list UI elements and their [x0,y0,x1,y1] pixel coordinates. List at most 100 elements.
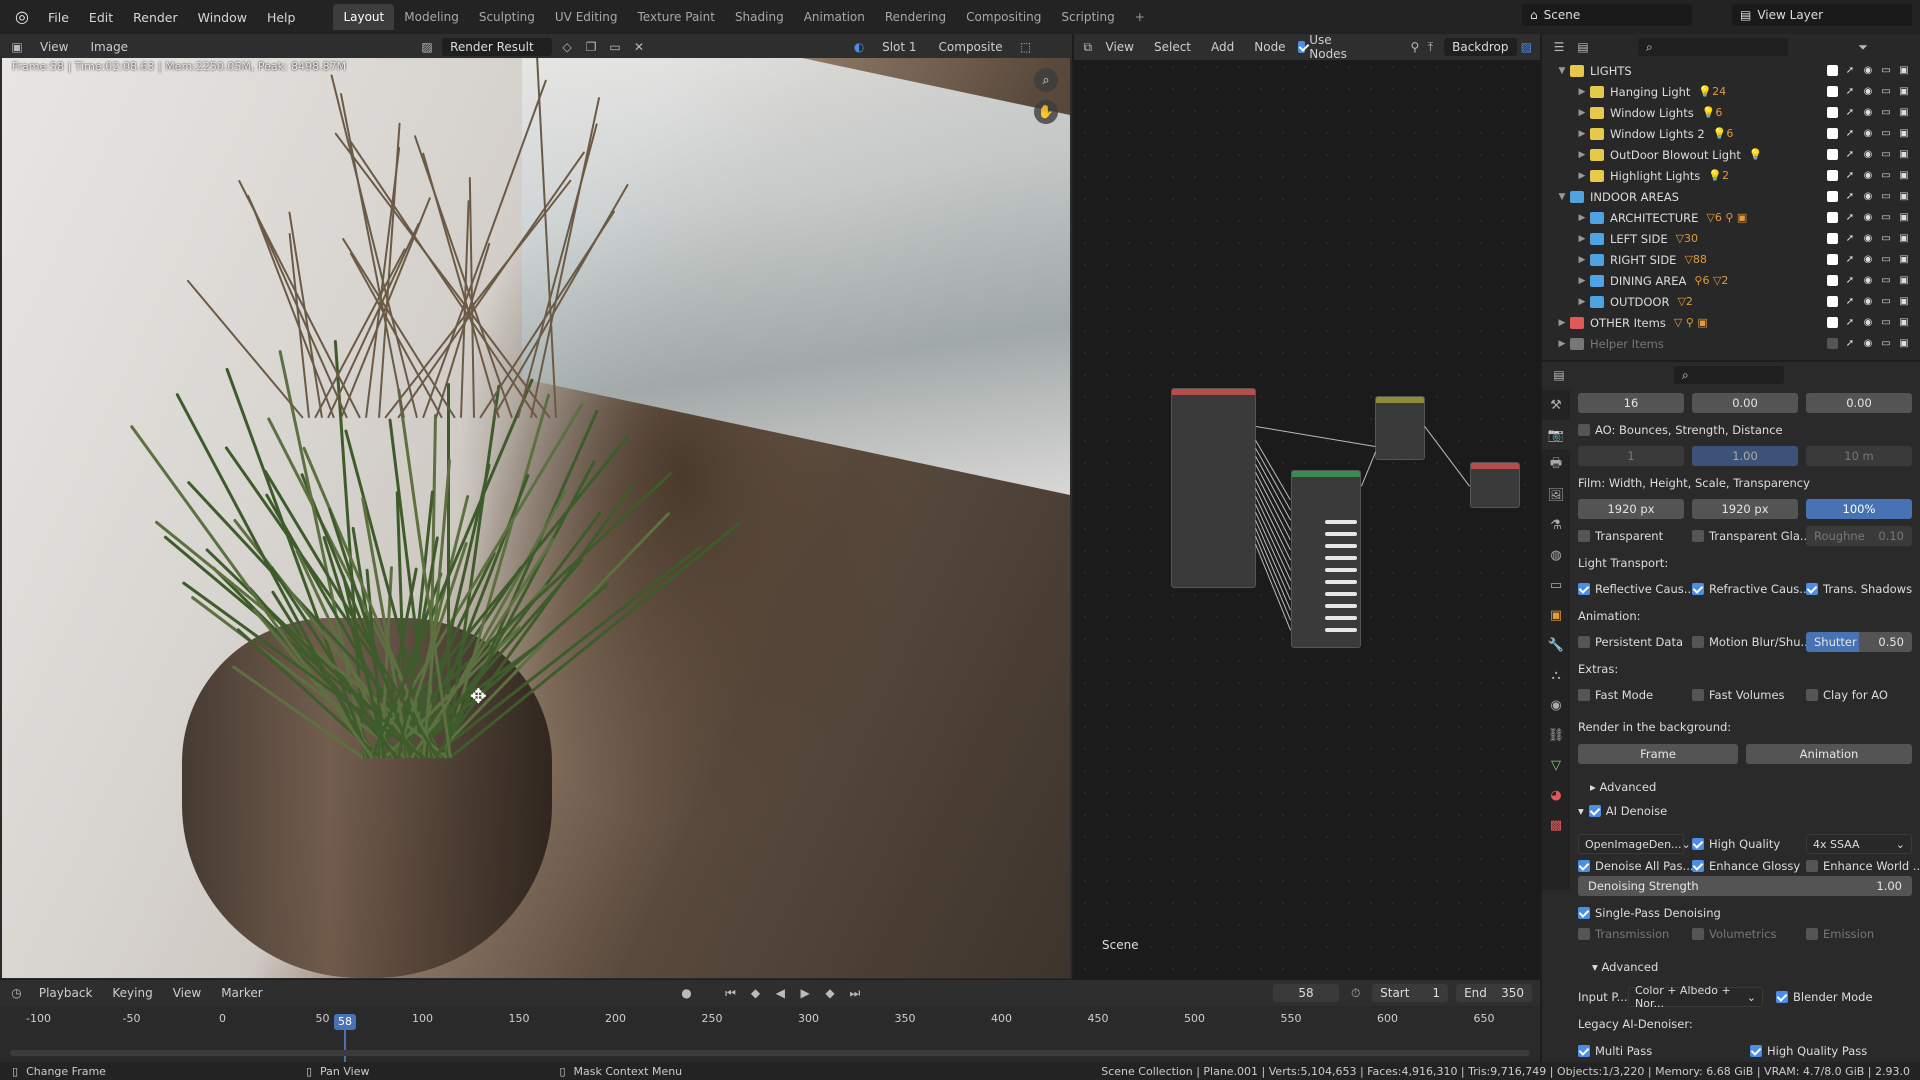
exclude-checkbox[interactable] [1827,170,1838,181]
camera-icon[interactable]: ▣ [1898,233,1910,244]
tab-rendering[interactable]: Rendering [875,4,956,30]
outliner-row[interactable]: ▼ LIGHTS ➚ ◉ ▭ ▣ [1542,60,1920,81]
outliner-row[interactable]: ▶ RIGHT SIDE ▽88 ➚ ◉ ▭ ▣ [1542,249,1920,270]
viewport-icon[interactable]: ▭ [1880,107,1892,118]
chevron-right-icon[interactable]: ▶ [1576,297,1588,307]
exclude-checkbox[interactable] [1827,233,1838,244]
select-arrow-icon[interactable]: ➚ [1844,128,1856,139]
high-quality-checkbox[interactable] [1692,838,1704,850]
menu-edit[interactable]: Edit [81,6,121,29]
select-arrow-icon[interactable]: ➚ [1844,170,1856,181]
display-mode-icon[interactable]: ▤ [1574,38,1592,56]
fast-mode-row[interactable]: Fast Mode [1578,688,1653,702]
properties-type-icon[interactable]: ▤ [1550,366,1568,384]
camera-icon[interactable]: ▣ [1898,86,1910,97]
viewport-icon[interactable]: ▭ [1880,86,1892,97]
editor-type-icon[interactable]: ▣ [8,38,26,56]
enhance-world-checkbox[interactable] [1806,860,1818,872]
display-channels-icon[interactable]: ◐ [850,38,868,56]
world-tab-icon[interactable]: ◍ [1542,540,1570,570]
exclude-checkbox[interactable] [1827,296,1838,307]
outliner-row[interactable]: ▶ ARCHITECTURE ▽6 ⚲ ▣ ➚ ◉ ▭ ▣ [1542,207,1920,228]
exclude-checkbox[interactable] [1827,212,1838,223]
viewport-icon[interactable]: ▭ [1880,191,1892,202]
image-menu[interactable]: Image [82,38,136,56]
eye-icon[interactable]: ◉ [1862,275,1874,286]
close-icon[interactable]: ✕ [630,38,648,56]
camera-icon[interactable]: ▣ [1898,275,1910,286]
fast-volumes-checkbox[interactable] [1692,689,1704,701]
node-socket-bar[interactable] [1325,616,1357,620]
volumetrics-row[interactable]: Volumetrics [1692,927,1777,941]
eye-icon[interactable]: ◉ [1862,170,1874,181]
multi-pass-checkbox[interactable] [1578,1045,1590,1057]
image-view-menu[interactable]: View [32,38,76,56]
next-keyframe-icon[interactable]: ◆ [822,984,839,1002]
blender-logo-icon[interactable]: ◎ [12,7,32,27]
denoise-all-row[interactable]: Denoise All Pas... [1578,859,1694,873]
select-arrow-icon[interactable]: ➚ [1844,212,1856,223]
high-quality-row[interactable]: High Quality [1692,837,1780,851]
viewport-icon[interactable]: ▭ [1880,296,1892,307]
transparent-glass-checkbox[interactable] [1692,530,1704,542]
scene-tab-icon[interactable]: ⚗ [1542,510,1570,540]
outliner-row[interactable]: ▶ OTHER Items ▽ ⚲ ▣ ➚ ◉ ▭ ▣ [1542,312,1920,333]
outliner-search-input[interactable]: ⌕ [1638,38,1788,56]
outliner-row[interactable]: ▶ OUTDOOR ▽2 ➚ ◉ ▭ ▣ [1542,291,1920,312]
render-frame-button[interactable]: Frame [1578,744,1738,764]
constraints-tab-icon[interactable]: ⛓ [1542,720,1570,750]
filter-icon[interactable]: ⏷ [1854,38,1872,56]
image-browse-icon[interactable]: ▨ [418,38,436,56]
scene-selector[interactable]: ⌂ Scene [1522,4,1692,26]
select-arrow-icon[interactable]: ➚ [1844,191,1856,202]
value-field-3[interactable]: 0.00 [1806,393,1912,413]
exclude-checkbox[interactable] [1827,254,1838,265]
marker-menu[interactable]: Marker [215,984,268,1002]
exclude-checkbox[interactable] [1827,317,1838,328]
exclude-checkbox[interactable] [1827,107,1838,118]
ao-distance-field[interactable]: 10 m [1806,446,1912,466]
keying-menu[interactable]: Keying [106,984,158,1002]
outliner-row[interactable]: ▶ Window Lights 2 💡6 ➚ ◉ ▭ ▣ [1542,123,1920,144]
node-editor-type-icon[interactable]: ⧉ [1082,38,1094,56]
viewport-icon[interactable]: ▭ [1880,170,1892,181]
camera-icon[interactable]: ▣ [1898,107,1910,118]
tab-scripting[interactable]: Scripting [1051,4,1124,30]
prev-keyframe-icon[interactable]: ◆ [747,984,764,1002]
select-arrow-icon[interactable]: ➚ [1844,254,1856,265]
viewport-icon[interactable]: ▭ [1880,254,1892,265]
volumetrics-checkbox[interactable] [1692,928,1704,940]
slot-dropdown[interactable]: Slot 1 [874,38,924,56]
chevron-down-icon[interactable]: ▼ [1556,66,1568,76]
film-width-field[interactable]: 1920 px [1578,499,1684,519]
chevron-right-icon[interactable]: ▶ [1576,213,1588,223]
advanced2-panel-toggle[interactable]: ▾ Advanced [1592,960,1658,974]
tab-shading[interactable]: Shading [725,4,794,30]
parent-node-icon[interactable]: ⤒ [1425,38,1437,56]
refractive-row[interactable]: Refractive Caus... [1692,582,1810,596]
enhance-glossy-checkbox[interactable] [1692,860,1704,872]
blender-mode-checkbox[interactable] [1776,991,1788,1003]
node-socket-bar[interactable] [1325,544,1357,548]
chevron-right-icon[interactable]: ▶ [1576,87,1588,97]
node-view-menu[interactable]: View [1098,38,1142,56]
jump-start-icon[interactable]: ⏮ [722,984,739,1002]
node-socket-bar[interactable] [1325,592,1357,596]
play-reverse-icon[interactable]: ◀ [772,984,789,1002]
outliner-row[interactable]: ▶ DINING AREA ⚲6 ▽2 ➚ ◉ ▭ ▣ [1542,270,1920,291]
refractive-checkbox[interactable] [1692,583,1704,595]
physics-tab-icon[interactable]: ◉ [1542,690,1570,720]
node-select-menu[interactable]: Select [1146,38,1199,56]
outliner-row[interactable]: ▶ OutDoor Blowout Light 💡 ➚ ◉ ▭ ▣ [1542,144,1920,165]
camera-icon[interactable]: ▣ [1898,254,1910,265]
exclude-checkbox[interactable] [1827,65,1838,76]
tab-animation[interactable]: Animation [794,4,875,30]
eye-icon[interactable]: ◉ [1862,233,1874,244]
eye-icon[interactable]: ◉ [1862,338,1874,349]
persistent-checkbox[interactable] [1578,636,1590,648]
ao-checkbox-row[interactable]: AO: Bounces, Strength, Distance [1578,423,1783,437]
transmission-row[interactable]: Transmission [1578,927,1669,941]
enhance-world-row[interactable]: Enhance World ... [1806,859,1920,873]
reflective-checkbox[interactable] [1578,583,1590,595]
viewport-icon[interactable]: ▭ [1880,275,1892,286]
